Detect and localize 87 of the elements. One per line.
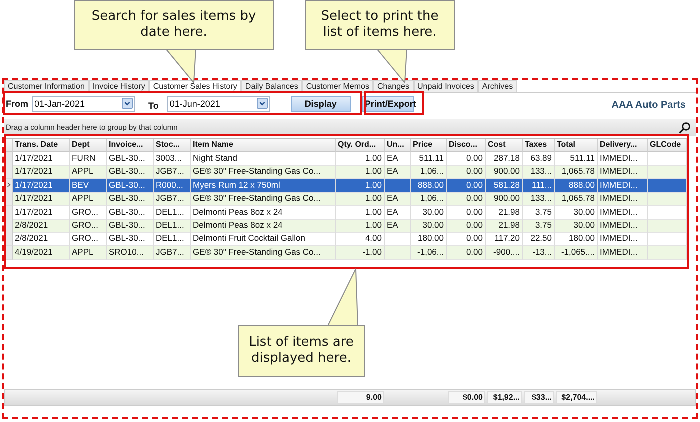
display-button[interactable]: Display (290, 96, 351, 112)
tab[interactable]: Archives (478, 80, 518, 92)
table-cell: 1.00 (336, 192, 385, 206)
column-header[interactable]: Total (555, 139, 598, 152)
table-cell: GRO... (70, 218, 107, 233)
tab[interactable]: Customer Memos (302, 80, 374, 92)
total-value: $0.00 (448, 391, 485, 404)
column-header[interactable]: Item Name (191, 139, 336, 152)
table-cell: -1.00 (336, 246, 385, 260)
table-cell: -900.... (486, 246, 523, 260)
table-cell: 1,06... (411, 192, 447, 206)
table-cell: JGB7... (154, 192, 191, 206)
column-header[interactable]: Dept (70, 139, 107, 152)
table-row[interactable]: 1/17/2021 APPL GBL-30... JGB7... GE® 30" Free-Standing Gas Co... 1.00 EA 1,06... 0.00 900.00 133... 1,065.78 IMMEDI... (5, 192, 687, 206)
table-cell: 1/17/2021 (13, 192, 70, 206)
column-header[interactable]: Stoc... (154, 139, 191, 152)
tab[interactable]: Unpaid Invoices (414, 80, 478, 92)
table-cell: 0.00 (447, 192, 486, 206)
column-header[interactable]: Delivery... (598, 139, 648, 152)
column-header[interactable]: GLCode (648, 139, 687, 152)
table-cell: 30.00 (555, 218, 598, 233)
table-cell: 3.75 (523, 218, 555, 233)
column-header[interactable]: Disco... (447, 139, 486, 152)
table-row[interactable]: 2/8/2021 GRO... GBL-30... DEL1... Delmonti Peas 8oz x 24 1.00 EA 30.00 0.00 21.98 3.75 30.00 IMMEDI... (5, 218, 687, 232)
callout-pointer (377, 49, 407, 83)
total-value: $2,704.... (556, 391, 597, 404)
total-value: $1,92... (487, 391, 522, 404)
tab[interactable]: Daily Balances (241, 80, 302, 92)
table-cell: GE® 30" Free-Standing Gas Co... (191, 192, 336, 206)
table-cell (385, 246, 411, 260)
table-cell (648, 192, 687, 206)
table-row[interactable]: 1/17/2021 BEV GBL-30... R000... Myers Rum 12 x 750ml 1.00 888.00 0.00 581.28 111... 888.00 IMMEDI... (5, 178, 687, 192)
table-cell (648, 218, 687, 233)
table-cell: IMMEDI... (598, 246, 648, 260)
callout-pointer (328, 269, 358, 326)
table-cell: APPL (70, 246, 107, 260)
column-header[interactable]: Taxes (523, 139, 555, 152)
table-cell: JGB7... (154, 246, 191, 260)
table-cell: GBL-30... (107, 192, 154, 206)
table-cell: 21.98 (486, 218, 523, 233)
from-label: From (6, 98, 28, 108)
tab[interactable]: Invoice History (88, 80, 150, 92)
table-cell: -13... (523, 246, 555, 260)
table-cell: 1,065.78 (555, 192, 598, 206)
total-value: $33... (524, 391, 554, 404)
callout-pointer (166, 49, 196, 83)
column-header[interactable]: Qty. Ord... (336, 139, 385, 152)
column-header[interactable]: Invoice... (107, 139, 154, 152)
table-cell: GBL-30... (107, 218, 154, 233)
date-field[interactable]: 01-Jun-2021 (166, 96, 270, 112)
table-cell: 30.00 (411, 218, 447, 233)
table-cell: IMMEDI... (598, 192, 648, 206)
table-cell: SRO10... (107, 246, 154, 260)
table-cell: DEL1... (154, 218, 191, 233)
table-cell: 0.00 (447, 218, 486, 233)
table-cell: 4/19/2021 (13, 246, 70, 260)
dropdown-icon[interactable] (122, 98, 132, 109)
table-cell: APPL (70, 192, 107, 206)
table-cell (648, 246, 687, 260)
print-export-button[interactable]: Print/Export (362, 96, 414, 112)
table-cell: Delmonti Peas 8oz x 24 (191, 218, 336, 233)
table-row[interactable]: 4/19/2021 APPL SRO10... JGB7... GE® 30" Free-Standing Gas Co... -1.00 -1,06... 0.00 -900.... -13... -1,065.... IMMEDI... (5, 246, 687, 260)
column-header[interactable]: Cost (486, 139, 523, 152)
dropdown-icon[interactable] (256, 98, 268, 109)
table-cell: IMMEDI... (598, 218, 648, 233)
table-cell: 1.00 (336, 218, 385, 233)
table-cell: -1,06... (411, 246, 447, 260)
total-value: 9.00 (337, 391, 384, 404)
highlight-frame (364, 91, 424, 115)
table-cell: EA (385, 192, 411, 206)
column-header[interactable]: Price (411, 139, 447, 152)
column-header[interactable]: Un... (385, 139, 411, 152)
table-cell: EA (385, 218, 411, 233)
table-cell: 133... (523, 192, 555, 206)
table-cell: 2/8/2021 (13, 218, 70, 233)
table-cell: -1,065.... (555, 246, 598, 260)
tab[interactable]: Customer Information (4, 80, 89, 92)
search-icon[interactable] (679, 122, 691, 134)
column-header[interactable]: Trans. Date (13, 139, 70, 152)
table-cell: 900.00 (486, 192, 523, 206)
table-row[interactable]: 1/17/2021 APPL GBL-30... JGB7... GE® 30" Free-Standing Gas Co... 1.00 EA 1,06... 0.00 900.00 133... 1,065.78 IMMEDI... (5, 165, 687, 179)
company-name: AAA Auto Parts (612, 100, 686, 111)
row-indicator-icon (6, 182, 10, 188)
date-field[interactable]: 01-Jan-2021 (32, 96, 134, 112)
to-label: To (148, 100, 159, 110)
table-cell: GE® 30" Free-Standing Gas Co... (191, 246, 336, 260)
table-cell: 0.00 (447, 246, 486, 260)
